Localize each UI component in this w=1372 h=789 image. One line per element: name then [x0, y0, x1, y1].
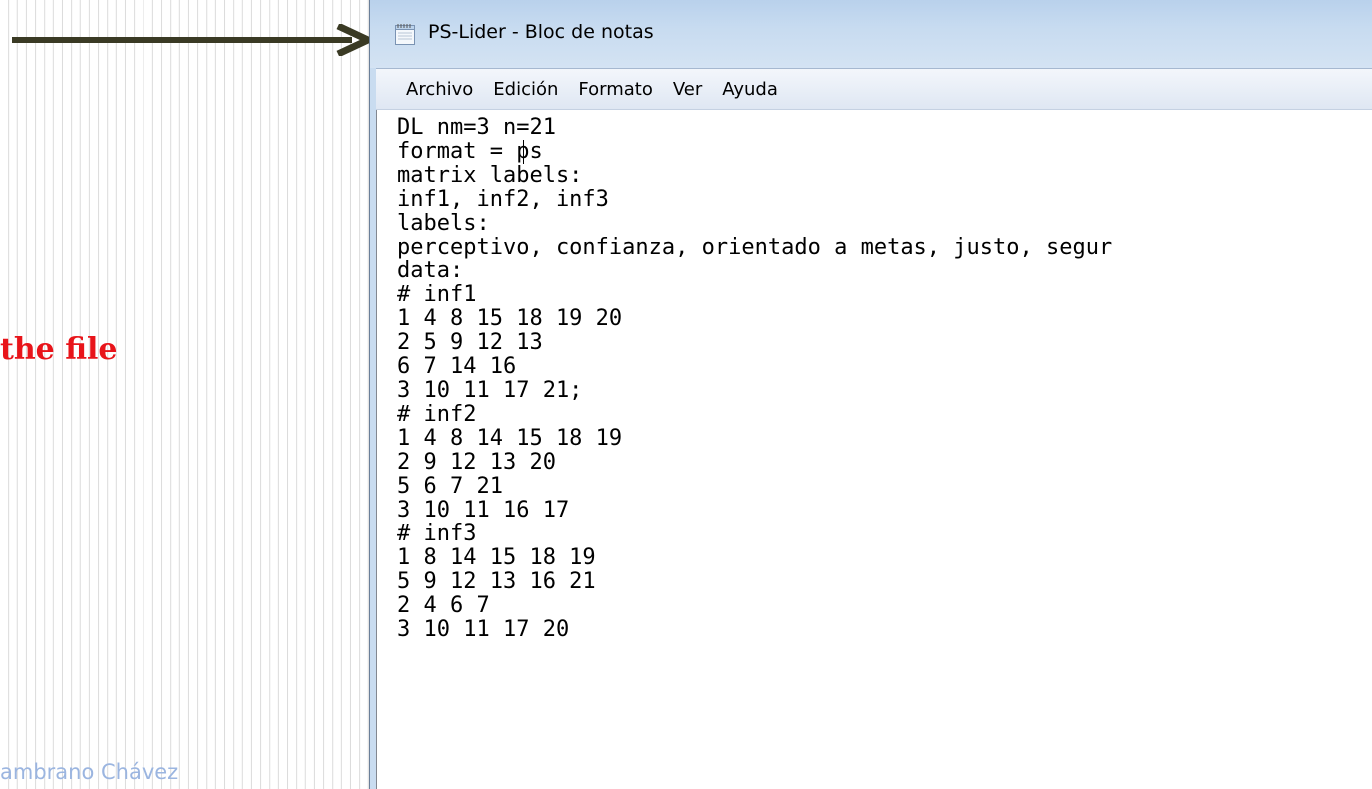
- slide-background: [0, 0, 372, 789]
- slide-caption: the file: [0, 332, 118, 367]
- menu-ver[interactable]: Ver: [663, 79, 712, 100]
- menu-formato[interactable]: Formato: [568, 79, 662, 100]
- notepad-window: PS-Lider - Bloc de notas Archivo Edición…: [369, 0, 1372, 789]
- pointer-arrow-icon: [12, 24, 374, 56]
- title-bar[interactable]: PS-Lider - Bloc de notas: [370, 0, 1372, 68]
- text-editor-area[interactable]: DL nm=3 n=21 format = ps matrix labels: …: [376, 110, 1372, 789]
- document-text[interactable]: DL nm=3 n=21 format = ps matrix labels: …: [397, 116, 1112, 642]
- text-caret: [523, 140, 524, 164]
- footer-credit: ambrano Chávez: [0, 760, 179, 784]
- menu-ayuda[interactable]: Ayuda: [712, 79, 788, 100]
- notepad-icon: [395, 24, 415, 45]
- menu-archivo[interactable]: Archivo: [376, 79, 483, 100]
- window-title: PS-Lider - Bloc de notas: [428, 21, 654, 43]
- menu-bar: Archivo Edición Formato Ver Ayuda: [376, 68, 1372, 110]
- menu-edicion[interactable]: Edición: [483, 79, 568, 100]
